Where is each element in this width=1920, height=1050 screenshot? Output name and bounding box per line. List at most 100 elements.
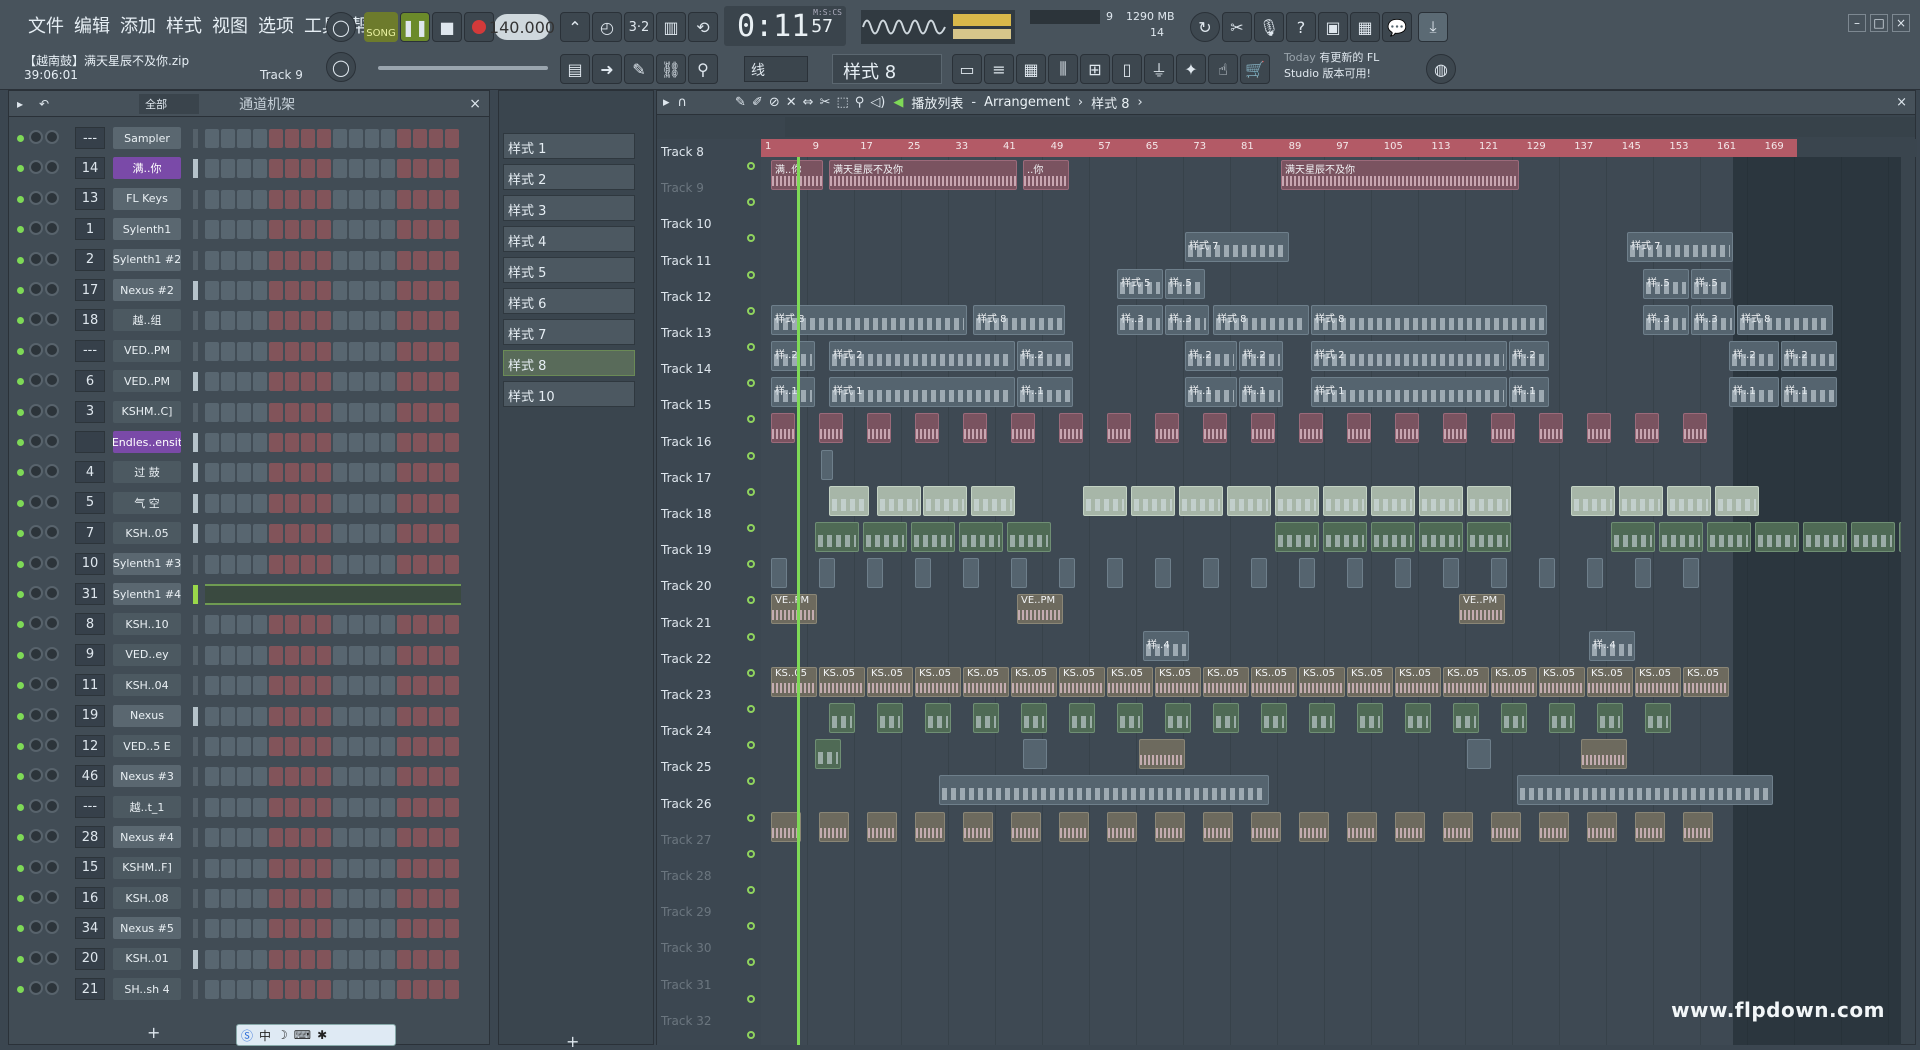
playlist-clip[interactable] [1007,522,1051,552]
step-button[interactable] [413,311,427,331]
step-button[interactable] [221,797,235,817]
step-button[interactable] [269,524,283,544]
pan-knob-icon[interactable] [29,798,43,813]
volume-knob-icon[interactable] [45,859,59,874]
channel-select-bar[interactable] [193,220,198,240]
step-button[interactable] [237,250,251,270]
step-button[interactable] [349,463,363,483]
playlist-clip[interactable]: 满天星辰不及你 [829,160,1017,190]
channel-led[interactable] [17,499,24,507]
playlist-clip[interactable]: 样式 8 [1737,304,1833,335]
step-button[interactable] [429,433,443,452]
step-button[interactable] [317,220,331,240]
step-button[interactable] [445,706,459,726]
step-button[interactable] [269,767,283,787]
step-button[interactable] [285,797,299,817]
step-button[interactable] [301,919,315,939]
channel-name-button[interactable]: Nexus #5 [113,917,181,940]
step-button[interactable] [285,250,299,270]
step-button[interactable] [269,402,283,422]
step-button[interactable] [317,737,331,756]
step-button[interactable] [445,372,459,392]
step-button[interactable] [413,129,427,148]
channel-led[interactable] [17,256,24,264]
channel-row[interactable]: 19 Nexus [9,701,491,731]
step-button[interactable] [317,311,331,331]
snap-select[interactable]: 线 [744,56,808,82]
step-button[interactable] [397,281,411,300]
step-button[interactable] [205,645,219,665]
channel-row[interactable]: --- 越..t_1 [9,792,491,822]
channel-select-bar[interactable] [193,463,198,483]
channel-row[interactable]: 10 Sylenth1 #3 [9,549,491,579]
track-header[interactable]: Track 11 [657,248,761,284]
step-button[interactable] [429,980,443,1000]
maximize-icon[interactable]: □ [1870,14,1888,32]
delete-icon[interactable]: ⊘ [769,95,780,110]
volume-knob-icon[interactable] [45,342,59,357]
step-button[interactable] [237,220,251,240]
step-button[interactable] [253,554,267,574]
step-button[interactable] [445,463,459,483]
step-button[interactable] [333,220,347,240]
mute-icon[interactable]: ✕ [786,95,797,110]
channel-row[interactable]: --- Sampler [9,123,491,153]
step-button[interactable] [381,706,395,726]
step-button[interactable] [429,919,443,939]
close-icon[interactable]: × [1892,14,1910,32]
step-button[interactable] [301,889,315,908]
playlist-clip[interactable] [1107,413,1131,444]
pan-knob-icon[interactable] [29,677,43,692]
channel-mixer-number[interactable]: 9 [75,643,105,666]
channel-row[interactable]: 18 越..组 [9,305,491,335]
step-button[interactable] [429,372,443,392]
channel-row[interactable]: Endles..ensit [9,427,491,457]
playlist-clip[interactable] [815,522,859,552]
step-button[interactable] [205,129,219,148]
step-button[interactable] [445,250,459,270]
step-button[interactable] [365,554,379,574]
channel-led[interactable] [17,378,24,386]
step-button[interactable] [333,402,347,422]
step-button[interactable] [253,980,267,1000]
channel-led[interactable] [17,955,24,963]
step-button[interactable] [413,463,427,483]
step-button[interactable] [237,159,251,179]
pan-knob-icon[interactable] [29,859,43,874]
step-button[interactable] [333,797,347,817]
track-header[interactable]: Track 20 [657,573,761,609]
step-button[interactable] [381,250,395,270]
playlist-clip[interactable] [1395,413,1419,444]
playlist-clip[interactable] [1715,485,1759,516]
playlist-icon[interactable]: ▦ [1016,54,1046,84]
step-button[interactable] [221,433,235,452]
step-button[interactable] [349,889,363,908]
step-button[interactable] [205,493,219,513]
step-button[interactable] [301,524,315,544]
playlist-clip[interactable] [915,811,945,842]
track-header[interactable]: Track 17 [657,465,761,501]
step-button[interactable] [317,554,331,574]
playlist-clip[interactable]: 样..4 [1143,630,1189,661]
step-button[interactable] [205,554,219,574]
playlist-clip[interactable] [1083,485,1127,516]
step-button[interactable] [413,554,427,574]
step-button[interactable] [413,645,427,665]
step-button[interactable] [301,797,315,817]
step-button[interactable] [269,889,283,908]
channel-led[interactable] [17,895,24,902]
channel-mixer-number[interactable]: 21 [75,978,105,1001]
playlist-clip[interactable] [1667,485,1711,516]
channel-row[interactable]: 46 Nexus #3 [9,761,491,791]
step-button[interactable] [205,676,219,696]
step-button[interactable] [445,493,459,513]
playlist-clip[interactable] [1203,811,1233,842]
step-button[interactable] [349,767,363,787]
step-button[interactable] [221,615,235,635]
step-button[interactable] [381,463,395,483]
step-button[interactable] [333,737,347,756]
playlist-clip[interactable]: 样式 1 [1311,377,1507,408]
step-button[interactable] [333,949,347,969]
step-button[interactable] [221,463,235,483]
step-button[interactable] [205,311,219,331]
